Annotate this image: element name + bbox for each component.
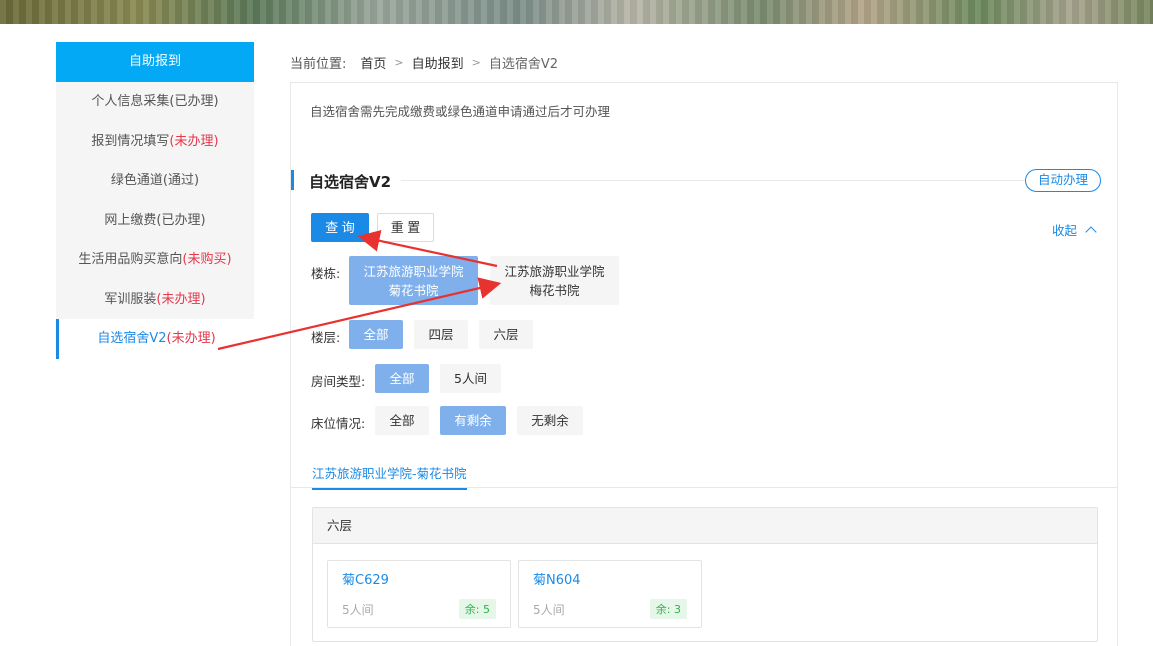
building-option-line1: 江苏旅游职业学院 [504,264,605,279]
auto-process-button[interactable]: 自动办理 [1024,169,1101,192]
sidebar-item-label: 网上缴费 [104,212,157,228]
collapse-toggle[interactable]: 收起 [1051,220,1097,239]
sidebar-item-online-payment[interactable]: 网上缴费(已办理) [56,201,254,241]
tab-juhua-college[interactable]: 江苏旅游职业学院-菊花书院 [312,463,467,490]
chevron-up-icon [1085,225,1097,238]
sidebar-item-dorm-select[interactable]: 自选宿舍V2(未办理) [56,319,254,359]
tab-divider [291,487,1117,488]
bed-status-option-all[interactable]: 全部 [375,406,429,435]
sidebar-item-status: (未办理) [156,291,206,307]
breadcrumb-separator-icon: > [471,56,481,69]
breadcrumb-prefix: 当前位置: [290,57,347,72]
room-type-filter-label: 房间类型: [311,374,366,389]
sidebar-item-status: (已办理) [169,94,219,109]
building-filter-label: 楼栋: [311,266,341,281]
sidebar-item-label: 报到情况填写 [91,133,170,149]
bed-status-option-available[interactable]: 有剩余 [440,406,506,435]
room-type-option-5[interactable]: 5人间 [440,364,501,393]
breadcrumb-self-report[interactable]: 自助报到 [412,53,464,72]
sidebar: 自助报到 个人信息采集(已办理) 报到情况填写(未办理) 绿色通道(通过) 网上… [56,42,254,359]
sidebar-item-label: 自选宿舍V2 [97,331,167,346]
query-button[interactable]: 查 询 [311,213,369,242]
floor-option-4[interactable]: 四层 [414,320,468,349]
building-option-juhua[interactable]: 江苏旅游职业学院 菊花书院 [349,256,478,305]
room-name: 菊C629 [342,573,389,588]
sidebar-item-label: 个人信息采集 [91,94,170,109]
notice-text: 自选宿舍需先完成缴费或绿色通道申请通过后才可办理 [310,104,611,119]
building-option-line1: 江苏旅游职业学院 [363,264,464,279]
room-card[interactable]: 菊N604 5人间 余: 3 [518,560,702,628]
section-title: 自选宿舍V2 [309,173,392,191]
room-type: 5人间 [342,603,374,617]
room-name: 菊N604 [533,573,581,588]
floor-group-header: 六层 [313,508,1097,544]
sidebar-item-status: (未购买) [182,252,232,267]
sidebar-item-status: (未办理) [166,331,216,346]
sidebar-item-status: (未办理) [169,133,219,149]
section-divider [401,180,1099,181]
room-card[interactable]: 菊C629 5人间 余: 5 [327,560,511,628]
room-free-badge: 余: 3 [649,599,687,619]
sidebar-item-status: (已办理) [156,212,206,228]
sidebar-item-status: (通过) [162,173,200,188]
sidebar-item-label: 生活用品购买意向 [78,252,183,267]
section-accent-bar [291,170,294,190]
room-type-option-all[interactable]: 全部 [375,364,429,393]
sidebar-item-personal-info[interactable]: 个人信息采集(已办理) [56,82,254,122]
bed-status-option-full[interactable]: 无剩余 [517,406,583,435]
breadcrumb-separator-icon: > [394,56,404,69]
sidebar-item-label: 绿色通道 [110,173,163,188]
main-panel: 自选宿舍需先完成缴费或绿色通道申请通过后才可办理 自选宿舍V2 自动办理 查 询… [290,82,1118,646]
building-option-line2: 梅花书院 [529,283,580,298]
sidebar-item-daily-supplies[interactable]: 生活用品购买意向(未购买) [56,240,254,280]
floor-group: 六层 菊C629 5人间 余: 5 菊N604 5人间 余: 3 [312,507,1098,642]
breadcrumb-home[interactable]: 首页 [360,53,386,72]
reset-button[interactable]: 重 置 [377,213,434,242]
sidebar-item-report-info[interactable]: 报到情况填写(未办理) [56,122,254,162]
building-option-line2: 菊花书院 [388,283,439,298]
bed-status-filter-label: 床位情况: [311,416,366,431]
breadcrumb: 当前位置: 首页 > 自助报到 > 自选宿舍V2 [290,53,558,72]
top-banner-image [0,0,1153,24]
collapse-label: 收起 [1051,223,1077,238]
room-free-badge: 余: 5 [458,599,496,619]
breadcrumb-current: 自选宿舍V2 [488,57,559,72]
room-type: 5人间 [533,603,565,617]
sidebar-item-military-uniform[interactable]: 军训服装(未办理) [56,280,254,320]
sidebar-item-label: 军训服装 [104,291,157,307]
building-option-meihua[interactable]: 江苏旅游职业学院 梅花书院 [490,256,619,305]
sidebar-header[interactable]: 自助报到 [56,42,254,82]
sidebar-item-green-channel[interactable]: 绿色通道(通过) [56,161,254,201]
floor-filter-label: 楼层: [311,330,341,345]
floor-option-6[interactable]: 六层 [479,320,533,349]
floor-option-all[interactable]: 全部 [349,320,403,349]
section-header: 自选宿舍V2 自动办理 [291,169,1119,192]
